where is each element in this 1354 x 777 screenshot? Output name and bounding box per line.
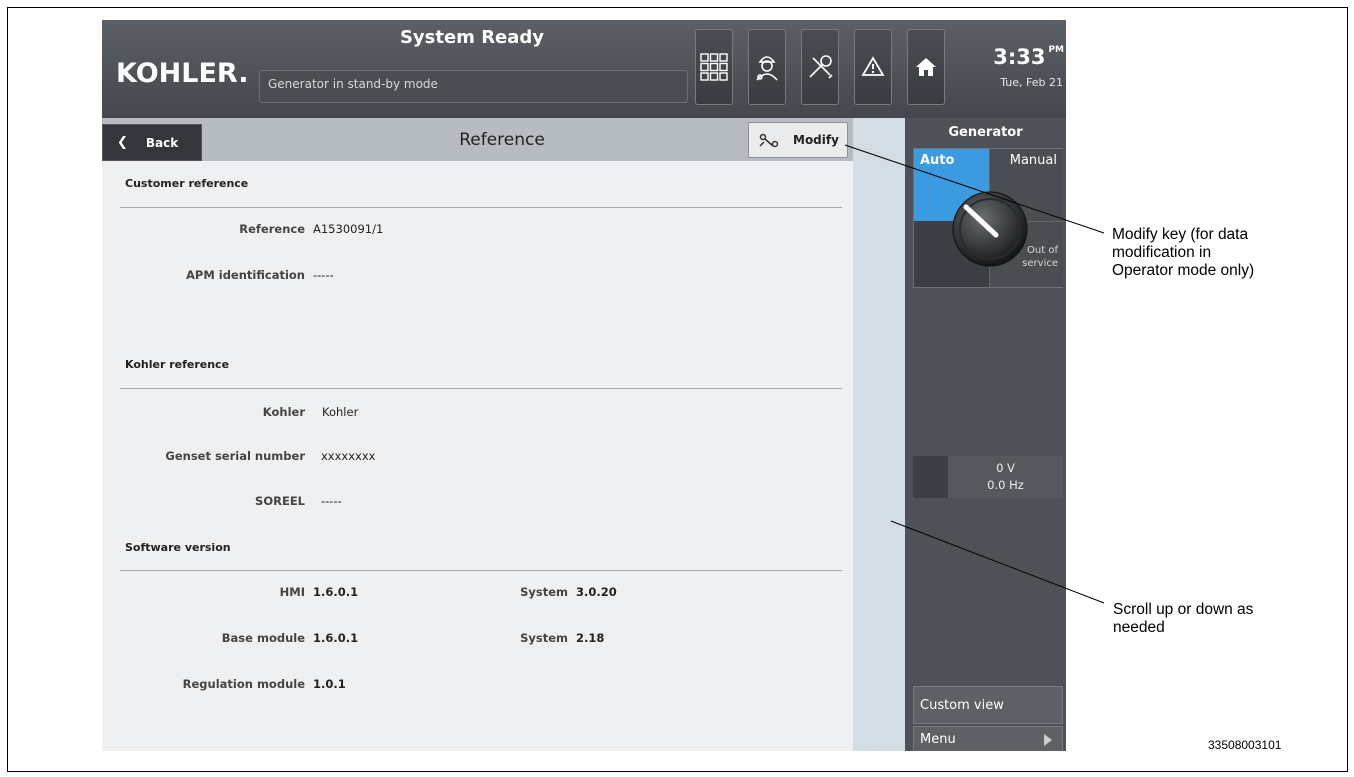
generator-title: Generator — [948, 125, 1023, 140]
callout-text: Operator mode only) — [1112, 262, 1255, 279]
modify-label: Modify — [793, 133, 839, 147]
kohler-logo: KOHLER. — [116, 58, 249, 89]
triangle-right-icon — [1044, 734, 1052, 746]
field-value-system-1: 3.0.20 — [576, 585, 617, 599]
modify-key-callout: Modify key (for data modification in Ope… — [1112, 226, 1254, 280]
section-title-kohler: Kohler reference — [125, 358, 230, 371]
apps-grid-button[interactable] — [695, 29, 733, 105]
wrench-icon — [759, 133, 779, 148]
home-button[interactable] — [907, 29, 945, 105]
callout-text: Modify key (for data — [1112, 226, 1249, 243]
mode-knob-icon[interactable] — [950, 189, 1030, 269]
field-value-system-2: 2.18 — [576, 631, 605, 645]
mode-selector: Auto Manual Out of service — [913, 148, 1063, 288]
operator-icon — [756, 56, 778, 81]
clock-time: 3:33 PM — [993, 45, 1064, 69]
field-label-kohler: Kohler — [262, 405, 305, 419]
custom-view-button[interactable]: Custom view — [913, 686, 1063, 724]
alarm-button[interactable] — [854, 29, 892, 105]
section-title-software: Software version — [125, 541, 231, 554]
operator-button[interactable] — [748, 29, 786, 105]
reference-content: Customer reference Reference A1530091/1 … — [102, 161, 853, 751]
field-value-reference: A1530091/1 — [313, 222, 384, 236]
scroll-callout: Scroll up or down as needed — [1113, 601, 1253, 637]
field-label-soreel: SOREEL — [255, 494, 305, 508]
field-value-base-module: 1.6.0.1 — [313, 631, 359, 645]
field-label-reference: Reference — [239, 222, 305, 236]
callout-text: modification in — [1112, 244, 1212, 261]
status-message: Generator in stand-by mode — [259, 70, 688, 103]
section-title-customer: Customer reference — [125, 177, 249, 190]
voltage-value: 0 V — [996, 461, 1015, 475]
clock-date: Tue, Feb 21 — [1000, 76, 1063, 89]
chevron-left-icon: ❮ — [117, 135, 128, 150]
field-value-hmi: 1.6.0.1 — [313, 585, 359, 599]
field-value-kohler: Kohler — [322, 405, 359, 419]
callout-text: Scroll up or down as — [1113, 601, 1254, 618]
alert-icon — [861, 56, 885, 76]
tools-icon — [809, 55, 833, 79]
field-label-serial: Genset serial number — [165, 449, 305, 463]
home-icon — [916, 58, 936, 76]
menu-label: Menu — [920, 731, 956, 747]
field-label-system-2: System — [520, 631, 568, 645]
callout-text: needed — [1113, 619, 1165, 636]
divider — [120, 570, 842, 571]
modify-button[interactable]: Modify — [748, 122, 848, 158]
tools-button[interactable] — [801, 29, 839, 105]
field-value-soreel: ----- — [321, 494, 342, 508]
hmi-screen: KOHLER. System Ready Generator in stand-… — [102, 20, 1066, 751]
field-value-apm: ----- — [313, 268, 334, 282]
top-header: KOHLER. System Ready Generator in stand-… — [102, 20, 1066, 118]
field-label-base-module: Base module — [221, 631, 305, 645]
field-label-system-1: System — [520, 585, 568, 599]
divider — [120, 388, 842, 389]
field-label-apm: APM identification — [185, 268, 305, 282]
scroll-area[interactable] — [853, 118, 905, 751]
page-title: Reference — [459, 130, 545, 150]
frequency-value: 0.0 Hz — [987, 478, 1024, 492]
divider — [120, 207, 842, 208]
back-label: Back — [145, 135, 179, 150]
generator-panel: Generator Auto Manual Out of service 0 V… — [905, 118, 1066, 751]
clock: 3:33 PM Tue, Feb 21 — [960, 29, 1066, 105]
system-status-title: System Ready — [399, 27, 545, 48]
output-meter: 0 V 0.0 Hz — [913, 456, 1063, 498]
meter-readout: 0 V 0.0 Hz — [948, 456, 1063, 498]
figure-number: 33508003101 — [1208, 738, 1282, 752]
field-value-serial: xxxxxxxx — [321, 449, 376, 463]
field-label-regulation: Regulation module — [182, 677, 305, 691]
back-button[interactable]: ❮ Back — [102, 124, 202, 161]
field-label-hmi: HMI — [279, 585, 305, 599]
custom-view-label: Custom view — [920, 697, 1004, 713]
field-value-regulation: 1.0.1 — [313, 677, 346, 691]
grid-apps-icon — [700, 53, 728, 81]
menu-button[interactable]: Menu — [913, 726, 1063, 751]
